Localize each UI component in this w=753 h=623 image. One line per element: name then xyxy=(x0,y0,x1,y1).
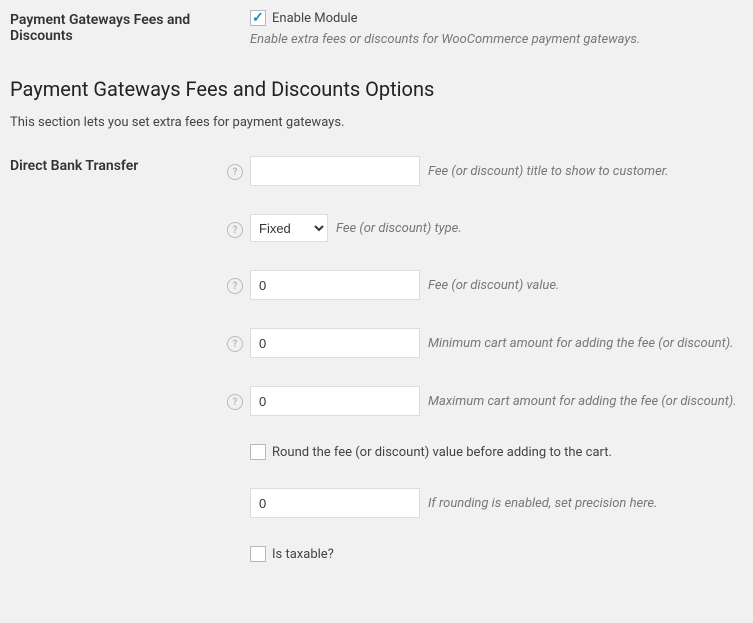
help-icon[interactable]: ? xyxy=(227,164,243,180)
round-checkbox[interactable] xyxy=(250,444,266,460)
help-icon[interactable]: ? xyxy=(227,278,243,294)
enable-module-checkbox-label[interactable]: Enable Module xyxy=(272,11,358,26)
section-subtitle: This section lets you set extra fees for… xyxy=(10,115,743,130)
fee-type-description: Fee (or discount) type. xyxy=(336,221,462,236)
enable-module-checkbox[interactable] xyxy=(250,10,266,26)
fee-title-input[interactable] xyxy=(250,156,420,186)
section-title: Payment Gateways Fees and Discounts Opti… xyxy=(10,77,743,101)
module-label: Payment Gateways Fees and Discounts xyxy=(10,10,220,44)
help-icon[interactable]: ? xyxy=(227,336,243,352)
fee-value-description: Fee (or discount) value. xyxy=(428,278,559,293)
fee-type-select[interactable]: Fixed xyxy=(250,214,328,242)
enable-module-description: Enable extra fees or discounts for WooCo… xyxy=(250,32,743,47)
min-cart-input[interactable] xyxy=(250,328,420,358)
help-icon[interactable]: ? xyxy=(227,394,243,410)
precision-description: If rounding is enabled, set precision he… xyxy=(428,496,657,511)
taxable-checkbox[interactable] xyxy=(250,546,266,562)
min-cart-description: Minimum cart amount for adding the fee (… xyxy=(428,336,733,351)
round-checkbox-label[interactable]: Round the fee (or discount) value before… xyxy=(272,445,612,460)
precision-input[interactable] xyxy=(250,488,420,518)
max-cart-input[interactable] xyxy=(250,386,420,416)
taxable-checkbox-label[interactable]: Is taxable? xyxy=(272,547,334,562)
fee-title-description: Fee (or discount) title to show to custo… xyxy=(428,164,669,179)
max-cart-description: Maximum cart amount for adding the fee (… xyxy=(428,394,737,409)
fee-value-input[interactable] xyxy=(250,270,420,300)
help-icon[interactable]: ? xyxy=(227,222,243,238)
gateway-label: Direct Bank Transfer xyxy=(10,156,220,174)
